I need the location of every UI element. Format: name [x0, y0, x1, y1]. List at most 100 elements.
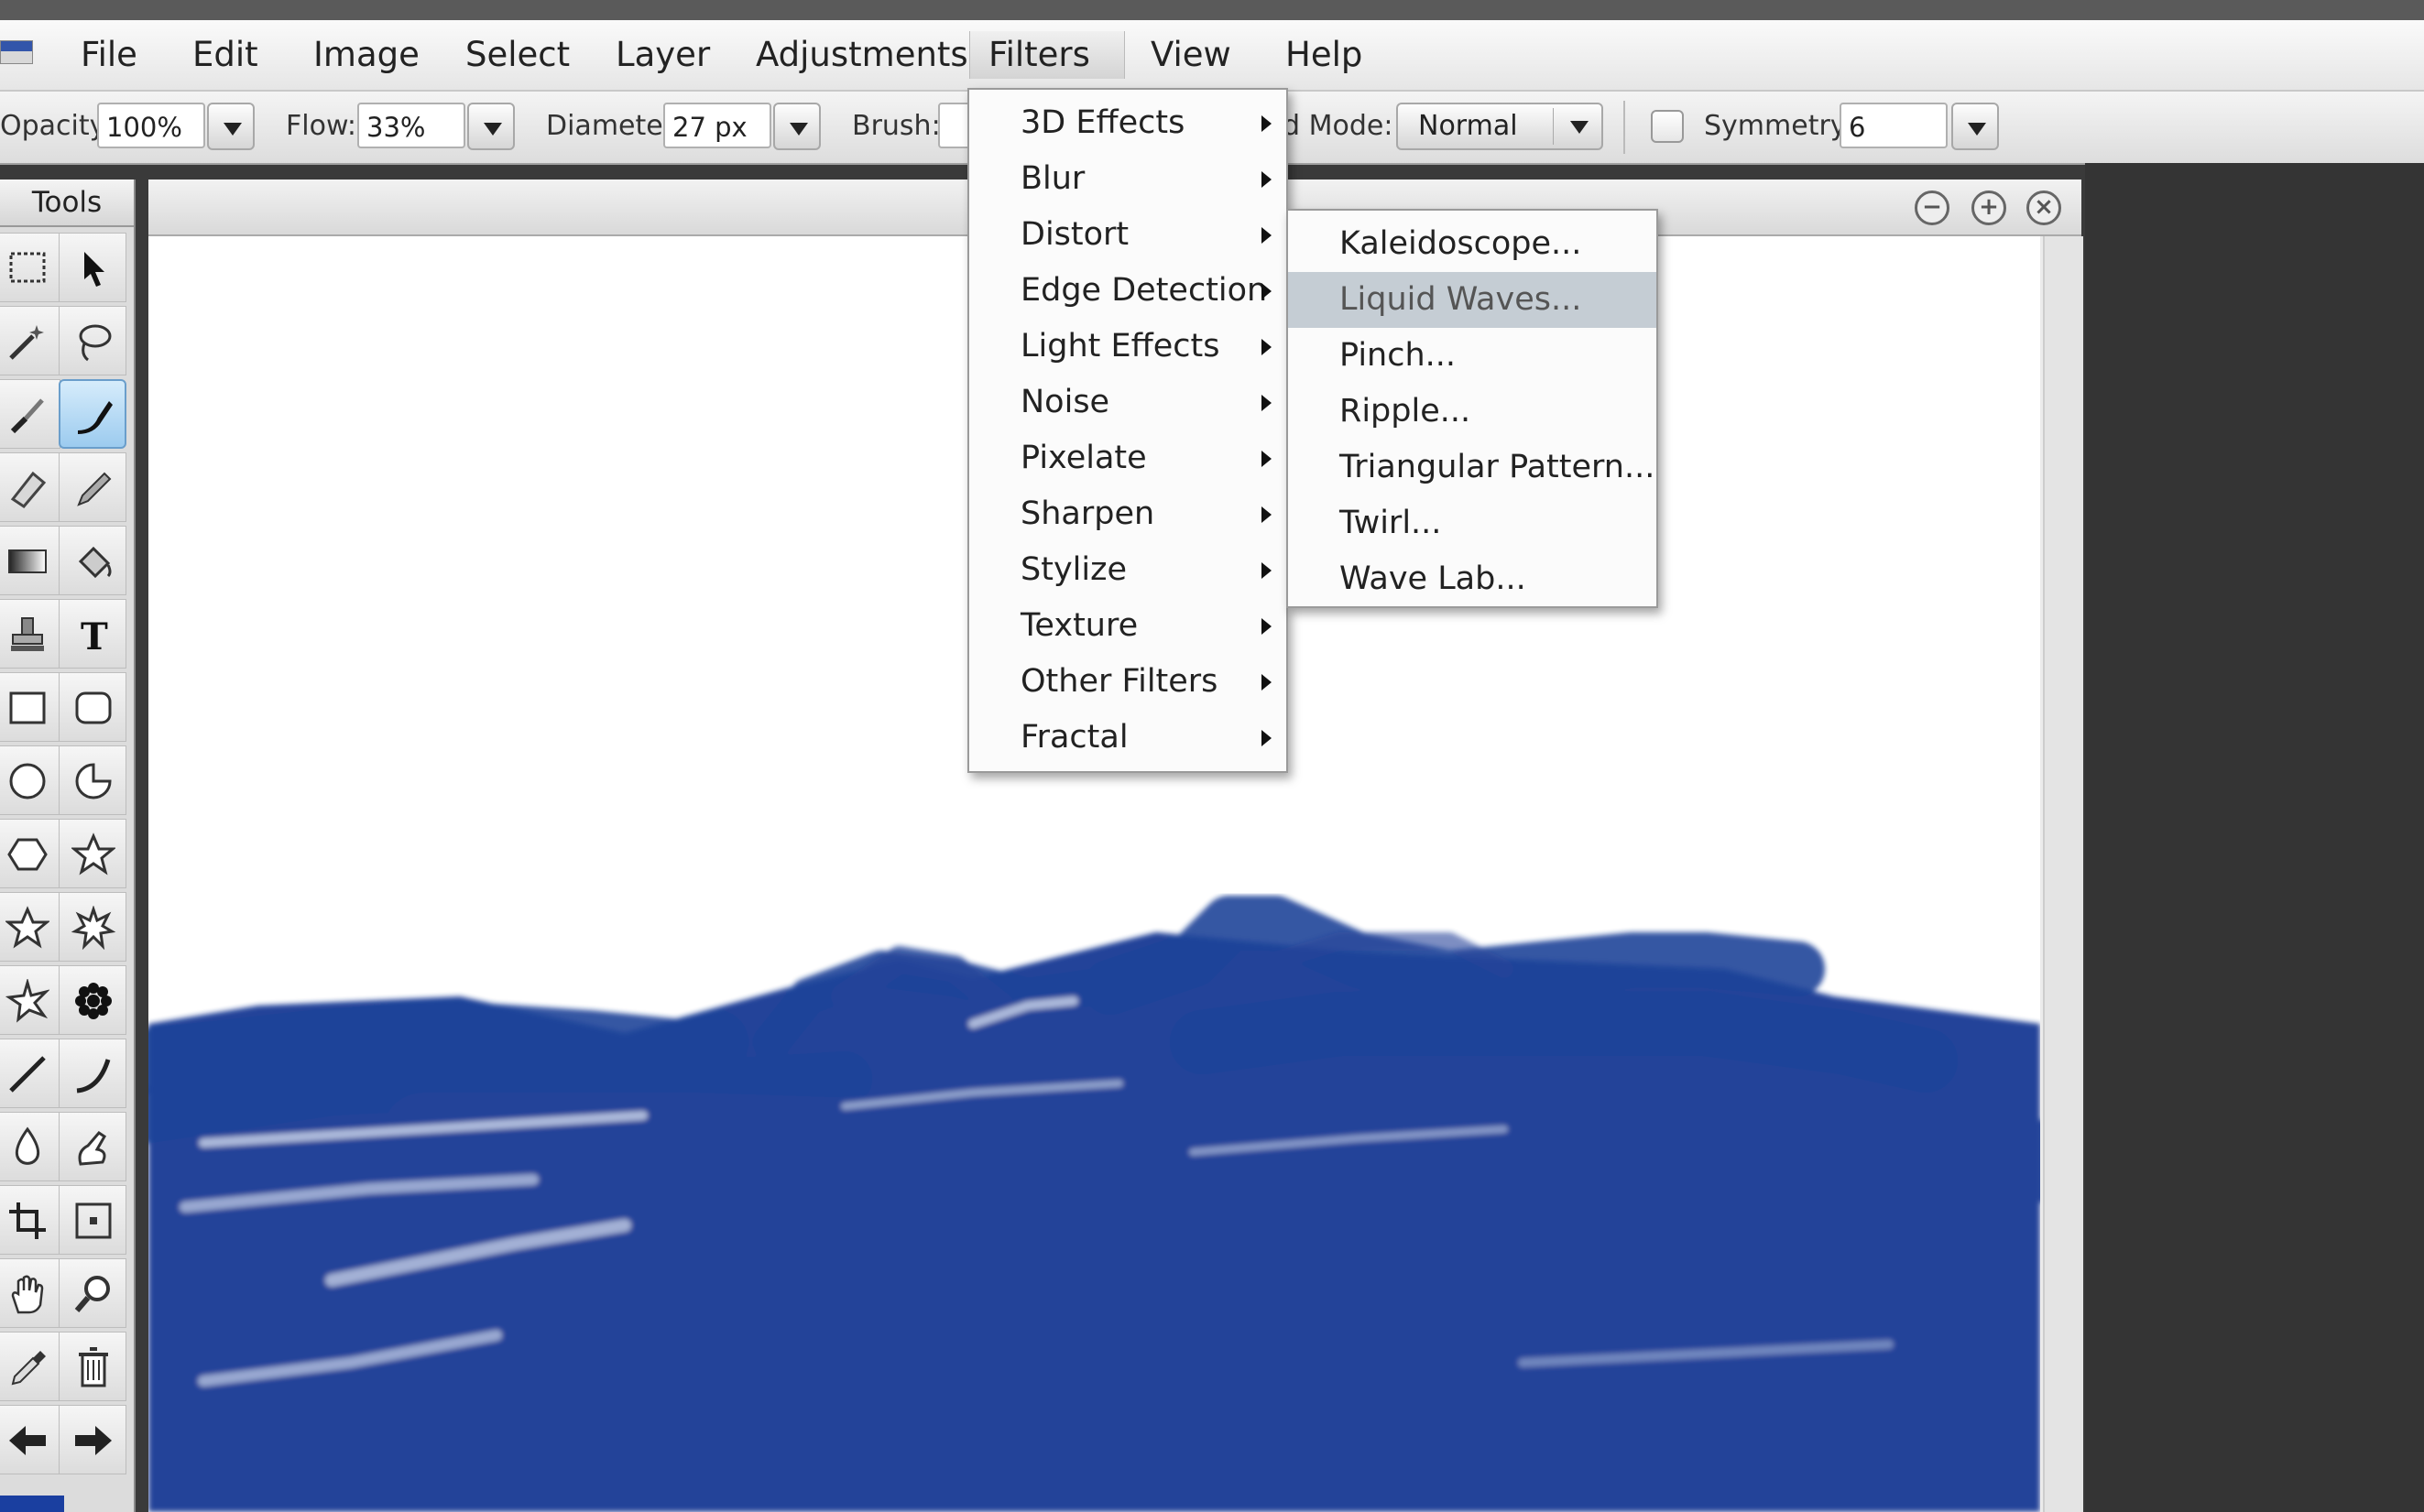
filters-item-texture[interactable]: Texture [969, 598, 1286, 654]
tool-flower[interactable] [59, 965, 126, 1035]
distort-item-triangular-pattern[interactable]: Triangular Pattern... [1288, 440, 1656, 495]
menu-item-label: 3D Effects [1021, 104, 1185, 141]
tool-eraser[interactable] [0, 452, 60, 522]
symmetry-label: Symmetry [1704, 110, 1847, 142]
minimize-icon[interactable]: − [1915, 190, 1949, 225]
tool-star-outline[interactable] [0, 965, 60, 1035]
tool-star[interactable] [59, 819, 126, 888]
menu-image[interactable]: Image [295, 31, 438, 79]
tool-shape[interactable] [59, 745, 126, 815]
close-icon[interactable]: × [2026, 190, 2061, 225]
menu-item-label: Fractal [1021, 719, 1129, 756]
tool-gradient[interactable] [0, 526, 60, 595]
smudge-icon [78, 401, 113, 434]
tool-crop[interactable] [0, 1185, 60, 1255]
distort-item-twirl[interactable]: Twirl... [1288, 495, 1656, 551]
gradient-icon [8, 549, 47, 573]
opacity-dropdown-button[interactable] [207, 103, 255, 150]
tool-star5[interactable] [0, 892, 60, 962]
menu-help[interactable]: Help [1267, 31, 1381, 79]
star5-icon [5, 906, 49, 949]
menu-item-label: Pixelate [1021, 440, 1147, 476]
tool-eyedropper[interactable] [0, 1332, 60, 1401]
diameter-input[interactable]: 27 px [663, 103, 771, 148]
tool-text[interactable]: T [59, 599, 126, 669]
symmetry-input[interactable]: 6 [1840, 103, 1948, 148]
flow-dropdown-button[interactable] [467, 103, 515, 150]
tool-rectangle[interactable] [0, 672, 60, 742]
vertical-scrollbar[interactable] [2043, 236, 2083, 1512]
filters-item-blur[interactable]: Blur [969, 151, 1286, 207]
flower-icon [75, 983, 112, 1019]
tool-rounded-rect[interactable] [59, 672, 126, 742]
filters-item-distort[interactable]: Distort [969, 207, 1286, 263]
filters-item-pixelate[interactable]: Pixelate [969, 430, 1286, 486]
tool-burst[interactable] [59, 892, 126, 962]
lasso-icon [79, 324, 112, 362]
maximize-icon[interactable]: + [1971, 190, 2006, 225]
distort-item-wave-lab[interactable]: Wave Lab... [1288, 551, 1656, 607]
flow-input[interactable]: 33% [357, 103, 465, 148]
filters-item-stylize[interactable]: Stylize [969, 542, 1286, 598]
distort-item-liquid-waves[interactable]: Liquid Waves... [1288, 272, 1656, 328]
tool-brush[interactable] [0, 379, 60, 449]
opacity-label: Opacity: [0, 110, 114, 142]
menu-view[interactable]: View [1132, 31, 1250, 79]
menu-file[interactable]: File [62, 31, 156, 79]
rounded-rect-icon [75, 691, 112, 724]
tool-trash[interactable] [59, 1332, 126, 1401]
tool-zoom[interactable] [59, 1258, 126, 1328]
distort-item-kaleidoscope[interactable]: Kaleidoscope... [1288, 216, 1656, 272]
tool-stamp[interactable] [0, 599, 60, 669]
tool-forward-arrow[interactable] [59, 1405, 126, 1474]
tool-back-arrow[interactable] [0, 1405, 60, 1474]
tool-smudge[interactable] [59, 379, 126, 449]
filters-item-3d-effects[interactable]: 3D Effects [969, 95, 1286, 151]
tool-transform[interactable] [59, 1185, 126, 1255]
tool-pencil[interactable] [59, 452, 126, 522]
tool-hand[interactable] [0, 1258, 60, 1328]
tool-curve[interactable] [59, 1039, 126, 1108]
opacity-input[interactable]: 100% [97, 103, 205, 148]
menu-item-label: Stylize [1021, 551, 1128, 588]
symmetry-checkbox[interactable] [1651, 110, 1684, 143]
menu-select[interactable]: Select [447, 31, 588, 79]
flag-icon[interactable] [0, 40, 33, 64]
blend-mode-select[interactable]: Normal [1396, 103, 1603, 150]
menu-filters[interactable]: Filters [969, 31, 1125, 79]
filters-item-other-filters[interactable]: Other Filters [969, 654, 1286, 710]
hexagon-icon [7, 838, 48, 871]
filters-menu: 3D Effects Blur Distort Edge Detection L… [967, 88, 1288, 773]
distort-item-pinch[interactable]: Pinch... [1288, 328, 1656, 384]
diameter-dropdown-button[interactable] [773, 103, 821, 150]
menu-edit[interactable]: Edit [174, 31, 277, 79]
tool-lasso[interactable] [59, 306, 126, 375]
submenu-arrow-icon [1261, 506, 1272, 523]
symmetry-dropdown-button[interactable] [1951, 103, 1999, 150]
foreground-color-swatch[interactable] [0, 1496, 64, 1512]
filters-item-sharpen[interactable]: Sharpen [969, 486, 1286, 542]
menu-adjustments[interactable]: Adjustments [737, 31, 987, 79]
tool-ellipse[interactable] [0, 745, 60, 815]
tool-line[interactable] [0, 1039, 60, 1108]
eraser-icon [10, 471, 47, 508]
curve-icon [76, 1059, 111, 1093]
brush-label: Brush: [852, 110, 941, 142]
filters-item-fractal[interactable]: Fractal [969, 710, 1286, 766]
tool-magic-wand[interactable] [0, 306, 60, 375]
filters-item-noise[interactable]: Noise [969, 375, 1286, 430]
filters-item-light-effects[interactable]: Light Effects [969, 319, 1286, 375]
shape-icon [75, 763, 112, 800]
tool-fill[interactable] [59, 526, 126, 595]
tool-move[interactable] [59, 233, 126, 302]
submenu-arrow-icon [1261, 339, 1272, 355]
tool-marquee[interactable] [0, 233, 60, 302]
menu-layer[interactable]: Layer [597, 31, 728, 79]
filters-item-edge-detection[interactable]: Edge Detection [969, 263, 1286, 319]
distort-item-ripple[interactable]: Ripple... [1288, 384, 1656, 440]
tool-drop[interactable] [0, 1112, 60, 1181]
crop-icon [9, 1202, 46, 1239]
tool-hexagon[interactable] [0, 819, 60, 888]
text-icon: T [81, 615, 108, 657]
tool-finger[interactable] [59, 1112, 126, 1181]
